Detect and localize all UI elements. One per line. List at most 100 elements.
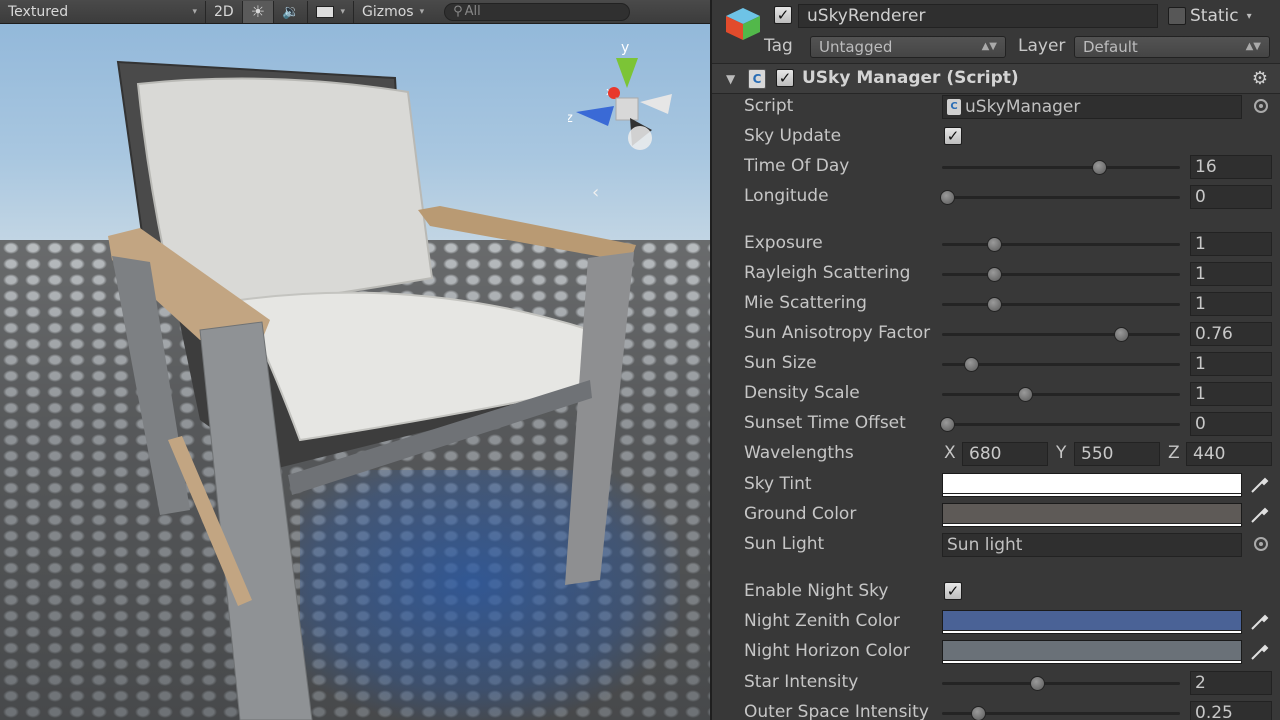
sun-anisotropy-slider[interactable] xyxy=(942,327,1180,342)
sky-tint-color-field[interactable] xyxy=(942,473,1242,497)
wavelength-z-field[interactable]: 440 xyxy=(1186,442,1272,466)
sun-size-label: Sun Size xyxy=(744,353,817,373)
row-wavelengths: Wavelengths X 680 Y 550 Z 440 xyxy=(712,441,1280,467)
static-toggle[interactable]: Static ▾ xyxy=(1168,4,1252,28)
tag-label: Tag xyxy=(764,36,793,56)
wavelength-x-label: X xyxy=(944,443,956,463)
slider-knob[interactable] xyxy=(987,237,1003,252)
sun-light-object-field[interactable]: Sun light xyxy=(942,533,1242,557)
shading-mode-label: Textured xyxy=(8,3,69,20)
rayleigh-scattering-field[interactable]: 1 xyxy=(1190,262,1272,286)
slider-knob[interactable] xyxy=(1092,160,1108,175)
row-star-intensity: Star Intensity 2 xyxy=(712,670,1280,696)
chevron-down-icon: ▾ xyxy=(419,6,425,17)
density-scale-slider[interactable] xyxy=(942,387,1180,402)
wavelength-x-field[interactable]: 680 xyxy=(962,442,1048,466)
gizmo-center-cube[interactable] xyxy=(615,97,639,121)
outer-space-intensity-slider[interactable] xyxy=(942,706,1180,720)
slider-knob[interactable] xyxy=(970,706,986,720)
slider-knob[interactable] xyxy=(987,297,1003,312)
slider-knob[interactable] xyxy=(987,267,1003,282)
row-script: Script CuSkyManager xyxy=(712,94,1280,120)
sky-update-checkbox[interactable]: ✓ xyxy=(944,127,962,145)
exposure-label: Exposure xyxy=(744,233,823,253)
mie-scattering-label: Mie Scattering xyxy=(744,293,867,313)
time-of-day-slider[interactable] xyxy=(942,160,1180,175)
gizmos-dropdown[interactable]: Gizmos ▾ xyxy=(354,1,432,23)
ground-color-field[interactable] xyxy=(942,503,1242,527)
mie-scattering-slider[interactable] xyxy=(942,297,1180,312)
2d-toggle-button[interactable]: 2D xyxy=(206,0,243,23)
night-horizon-color-field[interactable] xyxy=(942,640,1242,664)
gizmo-y-cone[interactable] xyxy=(616,58,638,88)
gizmo-neg-y-cone[interactable] xyxy=(628,126,652,150)
row-density-scale: Density Scale 1 xyxy=(712,381,1280,407)
script-object-field[interactable]: CuSkyManager xyxy=(942,95,1242,119)
shading-mode-dropdown[interactable]: Textured ▾ xyxy=(0,0,206,23)
longitude-slider[interactable] xyxy=(939,190,1180,205)
gizmos-label: Gizmos xyxy=(362,3,414,20)
static-checkbox[interactable] xyxy=(1168,7,1186,25)
script-label: Script xyxy=(744,96,794,116)
scene-search-input[interactable]: ⚲ All xyxy=(444,2,631,21)
eyedropper-icon[interactable] xyxy=(1248,474,1270,496)
object-picker-icon[interactable] xyxy=(1254,99,1268,113)
eyedropper-icon[interactable] xyxy=(1248,611,1270,633)
object-picker-icon[interactable] xyxy=(1254,537,1268,551)
enable-night-sky-checkbox[interactable]: ✓ xyxy=(944,582,962,600)
scene-view[interactable]: Textured ▾ 2D ☀ 🔉 ▾ Gizmos ▾ ⚲ All y x xyxy=(0,0,710,720)
sunset-time-offset-field[interactable]: 0 xyxy=(1190,412,1272,436)
slider-knob[interactable] xyxy=(1018,387,1034,402)
star-intensity-slider[interactable] xyxy=(942,676,1180,691)
row-outer-space-intensity: Outer Space Intensity 0.25 xyxy=(712,700,1280,720)
audio-toggle-button[interactable]: 🔉 xyxy=(274,0,309,23)
slider-knob[interactable] xyxy=(939,190,955,205)
orientation-gizmo[interactable]: y x z xyxy=(568,40,678,155)
slider-knob[interactable] xyxy=(1113,327,1129,342)
sunset-time-offset-slider[interactable] xyxy=(939,417,1180,432)
script-icon: C xyxy=(748,69,766,89)
density-scale-field[interactable]: 1 xyxy=(1190,382,1272,406)
gizmo-x-cone[interactable] xyxy=(608,87,620,99)
sun-size-slider[interactable] xyxy=(942,357,1180,372)
tag-dropdown[interactable]: Untagged ▲▼ xyxy=(810,36,1006,58)
sky-tint-label: Sky Tint xyxy=(744,474,812,494)
exposure-field[interactable]: 1 xyxy=(1190,232,1272,256)
night-zenith-color-field[interactable] xyxy=(942,610,1242,634)
longitude-field[interactable]: 0 xyxy=(1190,185,1272,209)
lighting-toggle-button[interactable]: ☀ xyxy=(242,0,275,23)
component-header[interactable]: ▼ C ✓ USky Manager (Script) ⚙ xyxy=(712,64,1280,94)
eyedropper-icon[interactable] xyxy=(1248,504,1270,526)
eyedropper-icon[interactable] xyxy=(1248,641,1270,663)
foldout-arrow-icon[interactable]: ▼ xyxy=(726,72,735,86)
time-of-day-field[interactable]: 16 xyxy=(1190,155,1272,179)
chevron-down-icon[interactable]: ▾ xyxy=(1247,11,1252,22)
star-intensity-field[interactable]: 2 xyxy=(1190,671,1272,695)
gear-icon[interactable]: ⚙ xyxy=(1252,68,1268,89)
object-active-checkbox[interactable]: ✓ xyxy=(774,6,792,24)
outer-space-intensity-field[interactable]: 0.25 xyxy=(1190,701,1272,720)
effects-dropdown[interactable]: ▾ xyxy=(308,0,354,23)
sun-size-field[interactable]: 1 xyxy=(1190,352,1272,376)
component-enabled-checkbox[interactable]: ✓ xyxy=(776,69,794,87)
sun-anisotropy-field[interactable]: 0.76 xyxy=(1190,322,1272,346)
scene-toolbar: Textured ▾ 2D ☀ 🔉 ▾ Gizmos ▾ ⚲ All xyxy=(0,0,710,24)
object-header: ✓ uSkyRenderer Static ▾ Tag Untagged ▲▼ … xyxy=(712,0,1280,64)
layer-dropdown[interactable]: Default ▲▼ xyxy=(1074,36,1270,58)
gizmo-z-cone[interactable] xyxy=(576,106,614,126)
script-value: uSkyManager xyxy=(965,97,1081,117)
exposure-slider[interactable] xyxy=(942,237,1180,252)
wavelength-y-field[interactable]: 550 xyxy=(1074,442,1160,466)
script-icon: C xyxy=(947,99,961,115)
speaker-icon: 🔉 xyxy=(282,3,300,20)
mie-scattering-field[interactable]: 1 xyxy=(1190,292,1272,316)
outer-space-intensity-label: Outer Space Intensity xyxy=(744,702,929,720)
slider-knob[interactable] xyxy=(939,417,955,432)
slider-knob[interactable] xyxy=(1030,676,1046,691)
row-night-horizon-color: Night Horizon Color xyxy=(712,639,1280,665)
rayleigh-scattering-slider[interactable] xyxy=(942,267,1180,282)
object-name-field[interactable]: uSkyRenderer xyxy=(798,4,1158,28)
game-object-icon xyxy=(726,8,760,40)
slider-knob[interactable] xyxy=(963,357,979,372)
gizmo-neg-x-cone[interactable] xyxy=(640,94,672,114)
